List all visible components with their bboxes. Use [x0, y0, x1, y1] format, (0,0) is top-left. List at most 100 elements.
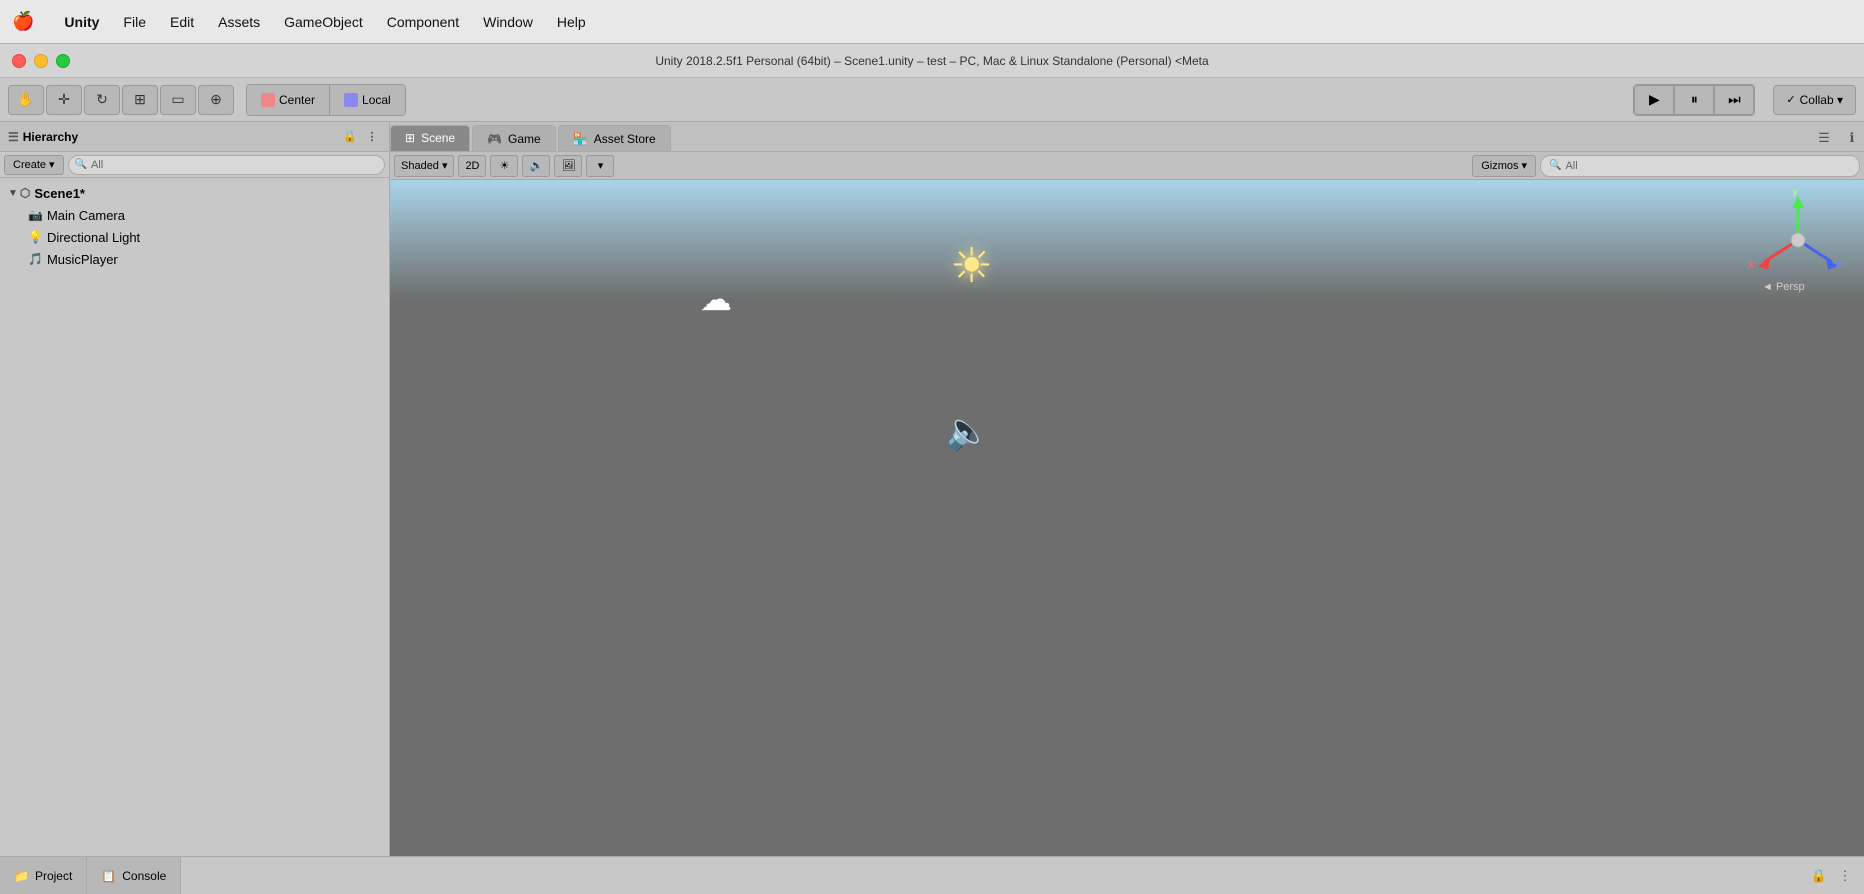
- center-button[interactable]: Center: [247, 85, 330, 115]
- minimize-window-button[interactable]: [34, 54, 48, 68]
- maximize-window-button[interactable]: [56, 54, 70, 68]
- gizmos-label: Gizmos: [1481, 160, 1518, 172]
- menu-edit[interactable]: Edit: [160, 10, 204, 34]
- cloud-object-icon: ☁: [700, 280, 732, 318]
- hierarchy-search-placeholder: All: [91, 159, 103, 171]
- play-controls: ▶ ⏸ ⏭ ✓ Collab ▾: [1633, 84, 1856, 116]
- scene-tab-label: Scene: [421, 131, 455, 145]
- tab-scene[interactable]: ⊞ Scene: [390, 125, 470, 151]
- menu-window[interactable]: Window: [473, 10, 543, 34]
- menu-component[interactable]: Component: [377, 10, 469, 34]
- tab-game[interactable]: 🎮 Game: [472, 125, 556, 151]
- hierarchy-item-main-camera[interactable]: 📷 Main Camera: [0, 204, 389, 226]
- 2d-label: 2D: [465, 160, 479, 172]
- rect-tool-button[interactable]: ▭: [160, 85, 196, 115]
- local-label: Local: [362, 93, 391, 107]
- hierarchy-search-box[interactable]: 🔍 All: [68, 155, 385, 175]
- music-icon: 🎵: [28, 252, 43, 266]
- hierarchy-content: ▼ ⬡ Scene1* 📷 Main Camera 💡 Directional …: [0, 178, 389, 856]
- collab-label: Collab ▾: [1800, 93, 1843, 107]
- bottom-more-button[interactable]: ⋮: [1834, 865, 1856, 887]
- menu-file[interactable]: File: [113, 10, 156, 34]
- scene-root-item[interactable]: ▼ ⬡ Scene1*: [0, 182, 389, 204]
- scene-search-icon: 🔍: [1549, 160, 1561, 171]
- bottom-lock-button[interactable]: 🔒: [1808, 865, 1830, 887]
- effects-button[interactable]: 🖼: [554, 155, 582, 177]
- scene-tabs: ⊞ Scene 🎮 Game 🏪 Asset Store ☰ ℹ: [390, 122, 1864, 152]
- pause-button[interactable]: ⏸: [1674, 85, 1714, 115]
- hierarchy-panel-actions: 🔒 ⋮: [341, 128, 381, 146]
- gizmo-z-label: z: [1836, 259, 1842, 271]
- play-button[interactable]: ▶: [1634, 85, 1674, 115]
- scene-toolbar: Shaded ▾ 2D ☀ 🔊 🖼 ▾ Gizmos ▾ 🔍 All: [390, 152, 1864, 180]
- window-title: Unity 2018.2.5f1 Personal (64bit) – Scen…: [655, 54, 1208, 68]
- gizmos-arrow-icon: ▾: [1521, 159, 1527, 172]
- bottom-panel: 📁 Project 📋 Console 🔒 ⋮: [0, 856, 1864, 894]
- project-tab-label: Project: [35, 869, 72, 883]
- scene-panel: ⊞ Scene 🎮 Game 🏪 Asset Store ☰ ℹ Shaded …: [390, 122, 1864, 856]
- menu-gameobject[interactable]: GameObject: [274, 10, 373, 34]
- shaded-label: Shaded: [401, 160, 439, 172]
- close-window-button[interactable]: [12, 54, 26, 68]
- tab-console[interactable]: 📋 Console: [87, 857, 181, 894]
- create-label: Create: [13, 159, 46, 171]
- game-tab-label: Game: [508, 132, 541, 146]
- menubar: 🍎 Unity File Edit Assets GameObject Comp…: [0, 0, 1864, 44]
- 2d-button[interactable]: 2D: [458, 155, 486, 177]
- collab-button[interactable]: ✓ Collab ▾: [1773, 85, 1856, 115]
- apple-logo-icon[interactable]: 🍎: [12, 11, 34, 32]
- scene-search-placeholder: All: [1565, 160, 1577, 172]
- scale-tool-button[interactable]: ⊞: [122, 85, 158, 115]
- hierarchy-more-button[interactable]: ⋮: [363, 128, 381, 146]
- scene-search-box[interactable]: 🔍 All: [1540, 155, 1860, 177]
- local-icon: [344, 93, 358, 107]
- lighting-button[interactable]: ☀: [490, 155, 518, 177]
- tab-project[interactable]: 📁 Project: [0, 857, 87, 894]
- camera-icon: 📷: [28, 208, 43, 222]
- center-local-group: Center Local: [246, 84, 406, 116]
- scene-tab-icon: ⊞: [405, 131, 415, 145]
- menu-unity[interactable]: Unity: [54, 10, 109, 34]
- game-tab-icon: 🎮: [487, 132, 502, 146]
- console-tab-label: Console: [122, 869, 166, 883]
- hierarchy-item-music-player[interactable]: 🎵 MusicPlayer: [0, 248, 389, 270]
- scene-gizmo[interactable]: y x z ◄ Persp: [1748, 190, 1848, 310]
- music-player-label: MusicPlayer: [47, 252, 118, 267]
- local-button[interactable]: Local: [330, 85, 405, 115]
- hierarchy-item-directional-light[interactable]: 💡 Directional Light: [0, 226, 389, 248]
- asset-store-tab-label: Asset Store: [594, 132, 656, 146]
- light-icon: 💡: [28, 230, 43, 244]
- move-tool-button[interactable]: ✛: [46, 85, 82, 115]
- shaded-dropdown[interactable]: Shaded ▾: [394, 155, 454, 177]
- step-button[interactable]: ⏭: [1714, 85, 1754, 115]
- audio-button[interactable]: 🔊: [522, 155, 550, 177]
- create-dropdown-button[interactable]: Create ▾: [4, 155, 64, 175]
- directional-light-label: Directional Light: [47, 230, 140, 245]
- scene-collapse-icon: ▼: [8, 188, 18, 199]
- main-camera-label: Main Camera: [47, 208, 125, 223]
- create-arrow-icon: ▾: [49, 158, 55, 171]
- tab-asset-store[interactable]: 🏪 Asset Store: [558, 125, 671, 151]
- titlebar: Unity 2018.2.5f1 Personal (64bit) – Scen…: [0, 44, 1864, 78]
- gizmo-persp-label: ◄ Persp: [1762, 281, 1805, 293]
- window-controls: [12, 54, 70, 68]
- speaker-object-icon: 🔈: [945, 410, 990, 452]
- gizmo-y-label: y: [1792, 190, 1799, 197]
- shaded-arrow-icon: ▾: [442, 159, 448, 172]
- info-button[interactable]: ℹ: [1840, 125, 1864, 151]
- menu-assets[interactable]: Assets: [208, 10, 270, 34]
- console-tab-icon: 📋: [101, 869, 116, 883]
- sun-object-icon: ☀: [950, 238, 993, 294]
- tab-settings-button[interactable]: ☰: [1812, 125, 1836, 151]
- project-tab-icon: 📁: [14, 869, 29, 883]
- gizmos-dropdown[interactable]: Gizmos ▾: [1472, 155, 1536, 177]
- transform-tool-button[interactable]: ⊕: [198, 85, 234, 115]
- rotate-tool-button[interactable]: ↻: [84, 85, 120, 115]
- hand-tool-button[interactable]: ✋: [8, 85, 44, 115]
- center-icon: [261, 93, 275, 107]
- more-scene-button[interactable]: ▾: [586, 155, 614, 177]
- hierarchy-lock-button[interactable]: 🔒: [341, 128, 359, 146]
- menu-help[interactable]: Help: [547, 10, 596, 34]
- scene-viewport[interactable]: ☀ ☁ 🔈 y x z: [390, 180, 1864, 856]
- transform-tools-group: ✋ ✛ ↻ ⊞ ▭ ⊕: [8, 85, 234, 115]
